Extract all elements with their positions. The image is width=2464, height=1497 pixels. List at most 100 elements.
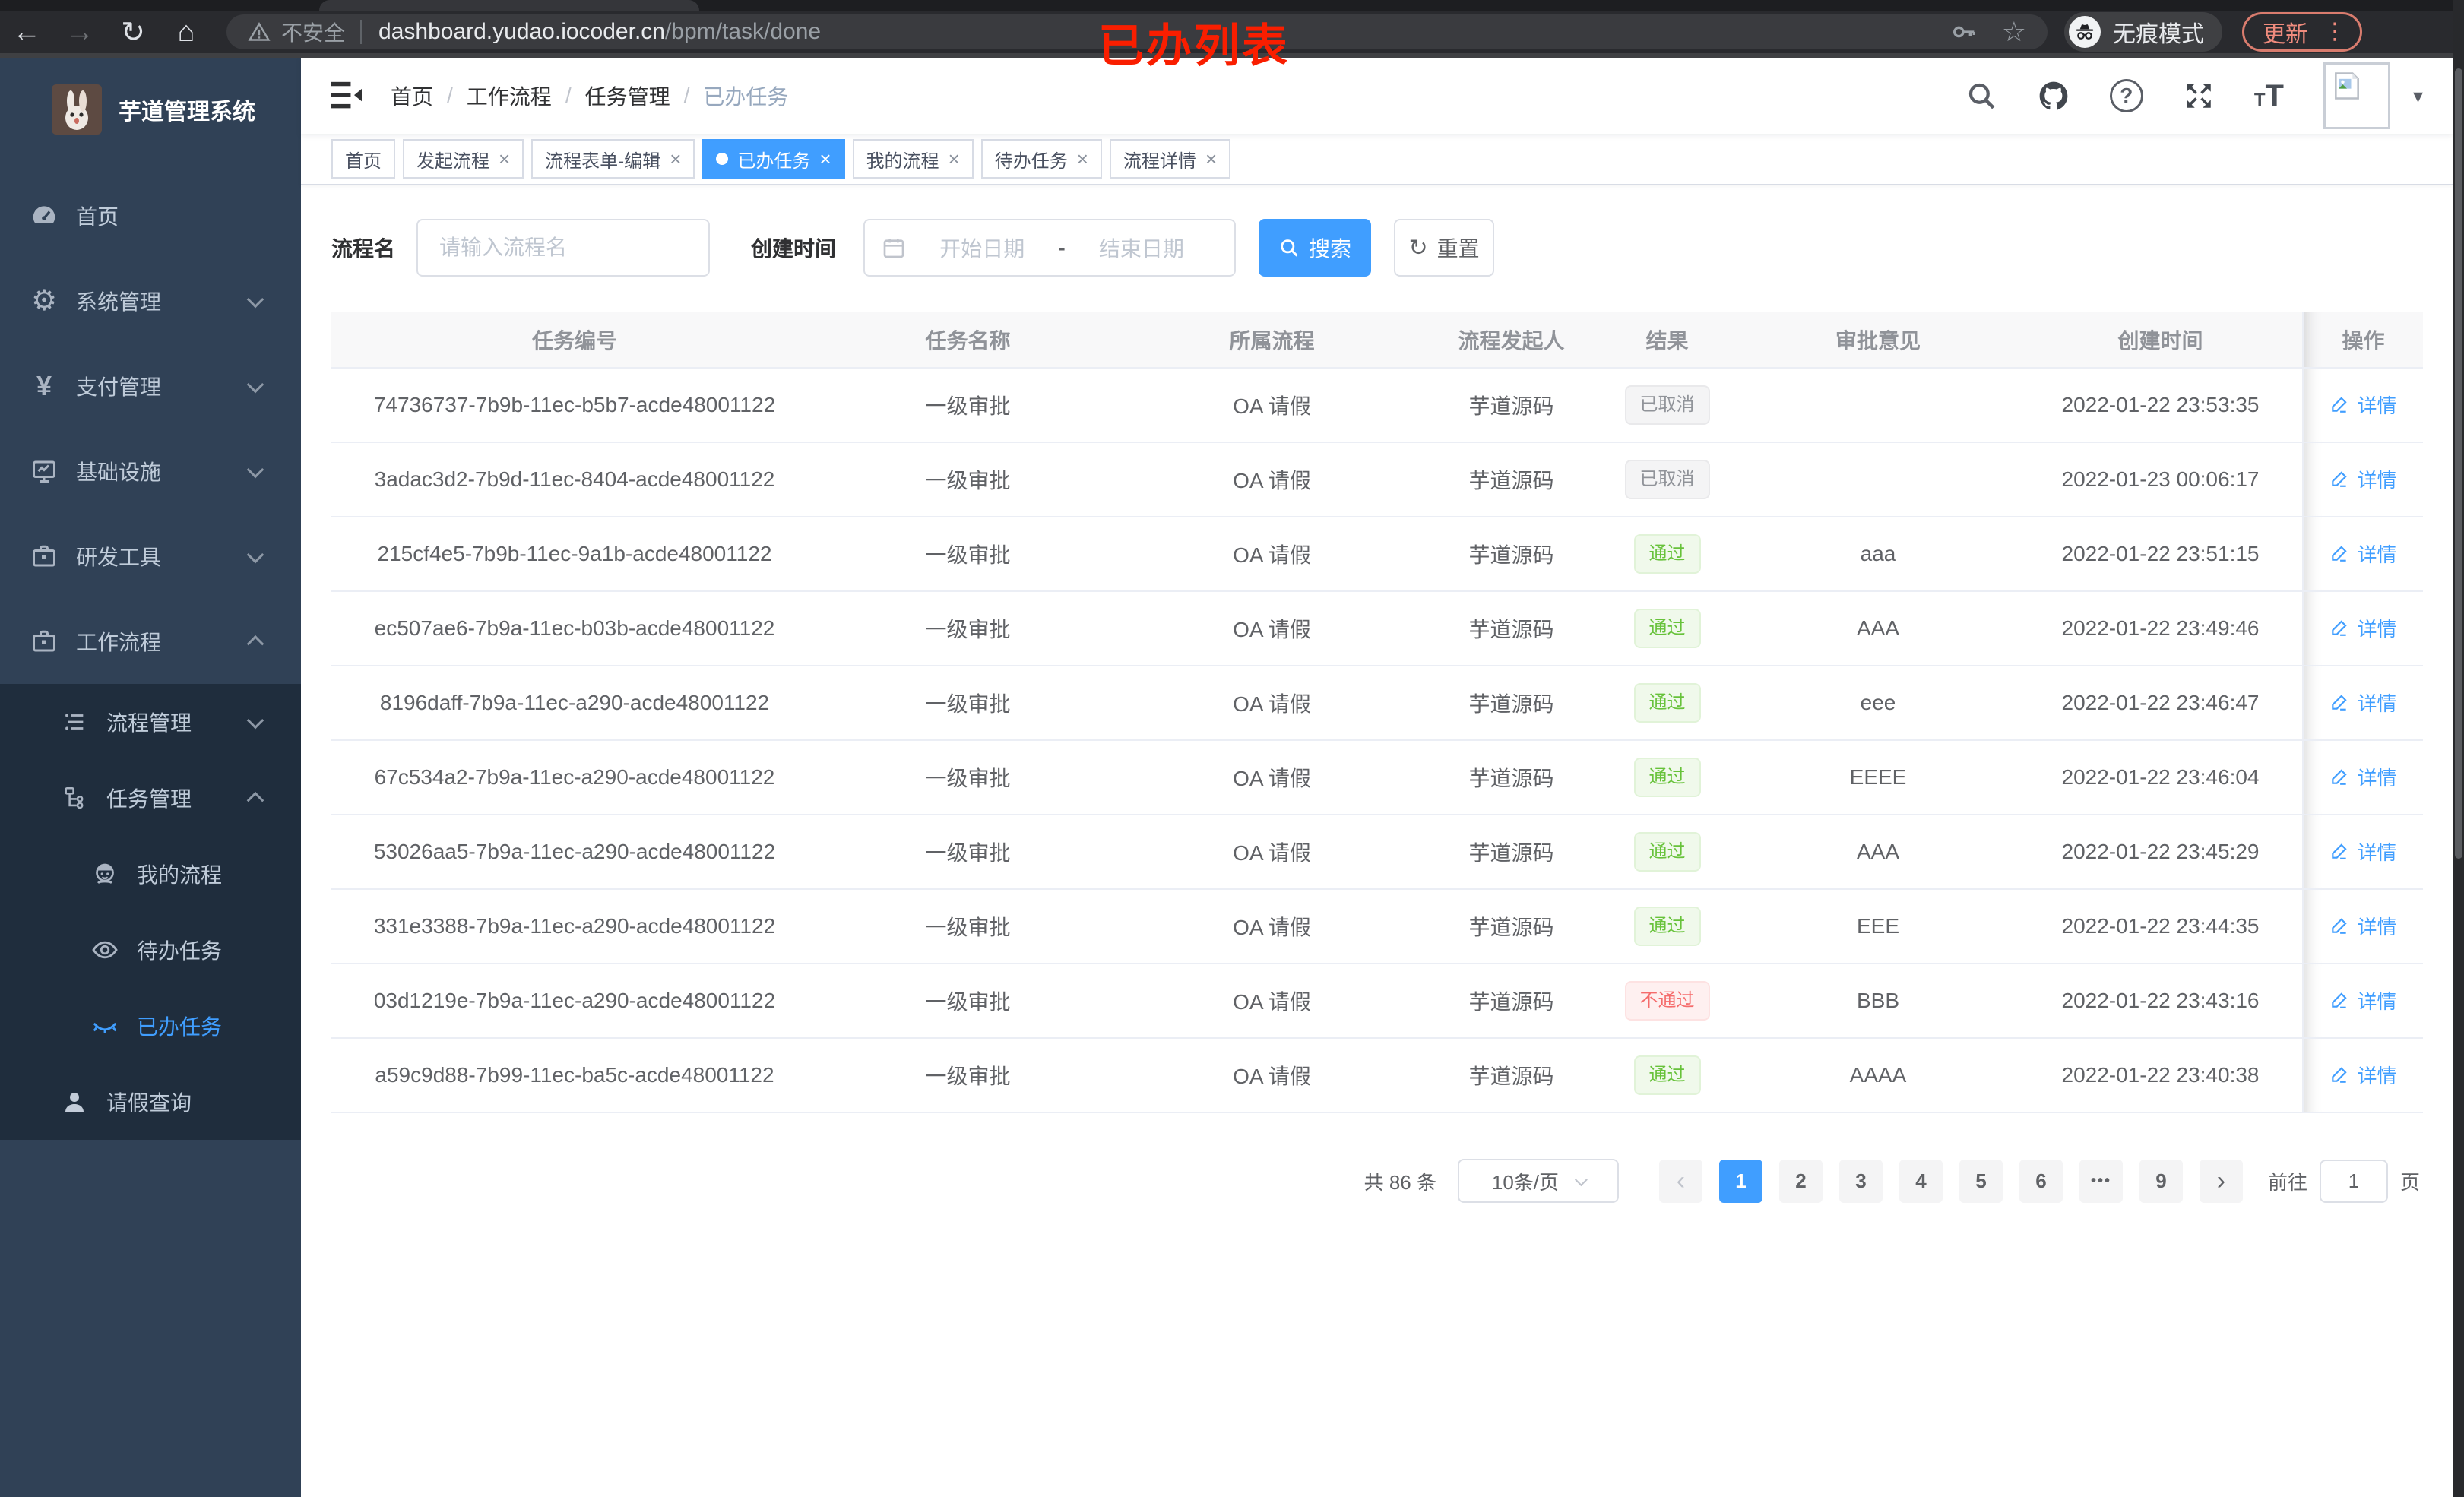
start-date-placeholder[interactable]: 开始日期 bbox=[906, 233, 1058, 263]
page-button-6[interactable]: 6 bbox=[2019, 1159, 2063, 1203]
detail-link[interactable]: 详情 bbox=[2329, 837, 2397, 866]
table-row[interactable]: a59c9d88-7b99-11ec-ba5c-acde48001122 一级审… bbox=[331, 1038, 2423, 1113]
table-row[interactable]: 53026aa5-7b9a-11ec-a290-acde48001122 一级审… bbox=[331, 815, 2423, 890]
sidebar-item-payment[interactable]: ¥ 支付管理 bbox=[0, 343, 301, 429]
table-row[interactable]: 8196daff-7b9a-11ec-a290-acde48001122 一级审… bbox=[331, 666, 2423, 741]
key-icon[interactable] bbox=[1949, 17, 1979, 47]
detail-link[interactable]: 详情 bbox=[2329, 763, 2397, 791]
page-button-1[interactable]: 1 bbox=[1718, 1159, 1762, 1203]
browser-menu-icon[interactable]: ⋮ bbox=[2323, 21, 2346, 43]
breadcrumb-home[interactable]: 首页 bbox=[391, 81, 433, 111]
cell-result: 通过 bbox=[1597, 517, 1737, 592]
chevron-down-icon bbox=[246, 290, 264, 309]
next-page-button[interactable]: › bbox=[2199, 1159, 2243, 1203]
close-icon[interactable]: × bbox=[499, 147, 510, 171]
tag-done-tasks[interactable]: 已办任务 × bbox=[702, 139, 845, 179]
detail-link[interactable]: 详情 bbox=[2329, 391, 2397, 419]
sidebar-item-task-mgmt[interactable]: 任务管理 bbox=[0, 760, 301, 836]
sidebar-item-devtools[interactable]: 研发工具 bbox=[0, 514, 301, 599]
more-pages-button[interactable]: ••• bbox=[2079, 1159, 2123, 1203]
table-row[interactable]: 215cf4e5-7b9b-11ec-9a1b-acde48001122 一级审… bbox=[331, 517, 2423, 592]
page-button-2[interactable]: 2 bbox=[1778, 1159, 1823, 1203]
avatar-caret-icon[interactable]: ▾ bbox=[2413, 84, 2423, 108]
close-icon[interactable]: × bbox=[1205, 147, 1217, 171]
avatar[interactable] bbox=[2323, 62, 2390, 129]
github-icon[interactable] bbox=[2037, 79, 2070, 112]
detail-link[interactable]: 详情 bbox=[2329, 912, 2397, 940]
table-row[interactable]: 74736737-7b9b-11ec-b5b7-acde48001122 一级审… bbox=[331, 368, 2423, 443]
reload-icon[interactable]: ↻ bbox=[106, 15, 160, 49]
tag-home[interactable]: 首页 bbox=[331, 139, 395, 179]
cell-starter: 芋道源码 bbox=[1426, 1038, 1597, 1113]
tag-todo-tasks[interactable]: 待办任务 × bbox=[980, 139, 1102, 179]
user-icon bbox=[59, 1088, 90, 1116]
font-size-icon[interactable]: TT bbox=[2254, 79, 2284, 113]
sidebar-item-todo-tasks[interactable]: 待办任务 bbox=[0, 912, 301, 988]
table-row[interactable]: 331e3388-7b9a-11ec-a290-acde48001122 一级审… bbox=[331, 889, 2423, 964]
cell-process: OA 请假 bbox=[1118, 815, 1426, 890]
tag-process-detail[interactable]: 流程详情 × bbox=[1109, 139, 1231, 179]
close-icon[interactable]: × bbox=[949, 147, 960, 171]
page-size-select[interactable]: 10条/页 bbox=[1457, 1159, 1619, 1203]
cell-action: 详情 bbox=[2302, 740, 2423, 815]
sidebar-item-my-process[interactable]: 我的流程 bbox=[0, 836, 301, 912]
close-icon[interactable]: × bbox=[819, 147, 831, 171]
fullscreen-icon[interactable] bbox=[2183, 80, 2215, 112]
cell-starter: 芋道源码 bbox=[1426, 740, 1597, 815]
page-button-4[interactable]: 4 bbox=[1899, 1159, 1943, 1203]
sidebar-item-system[interactable]: ⚙ 系统管理 bbox=[0, 258, 301, 343]
table-row[interactable]: 3adac3d2-7b9d-11ec-8404-acde48001122 一级审… bbox=[331, 442, 2423, 517]
close-icon[interactable]: × bbox=[1077, 147, 1088, 171]
sidebar-item-done-tasks[interactable]: 已办任务 bbox=[0, 988, 301, 1064]
sidebar-item-process-mgmt[interactable]: 流程管理 bbox=[0, 684, 301, 760]
detail-link[interactable]: 详情 bbox=[2329, 986, 2397, 1014]
end-date-placeholder[interactable]: 结束日期 bbox=[1066, 233, 1218, 263]
breadcrumb-workflow[interactable]: 工作流程 bbox=[467, 81, 552, 111]
detail-link[interactable]: 详情 bbox=[2329, 614, 2397, 642]
search-button[interactable]: 搜索 bbox=[1259, 219, 1372, 277]
detail-link[interactable]: 详情 bbox=[2329, 688, 2397, 717]
detail-link[interactable]: 详情 bbox=[2329, 540, 2397, 568]
sidebar-item-leave-query[interactable]: 请假查询 bbox=[0, 1064, 301, 1140]
detail-link[interactable]: 详情 bbox=[2329, 1061, 2397, 1089]
close-icon[interactable]: × bbox=[670, 147, 681, 171]
tag-start-process[interactable]: 发起流程 × bbox=[403, 139, 524, 179]
tag-form-edit[interactable]: 流程表单-编辑 × bbox=[531, 139, 695, 179]
forward-icon[interactable]: → bbox=[53, 16, 106, 49]
sidebar-item-infra[interactable]: 基础设施 bbox=[0, 429, 301, 514]
back-icon[interactable]: ← bbox=[0, 16, 53, 49]
breadcrumb-task-mgmt[interactable]: 任务管理 bbox=[585, 81, 670, 111]
page-scrollbar[interactable] bbox=[2453, 0, 2464, 1497]
home-icon[interactable]: ⌂ bbox=[160, 16, 213, 49]
col-comment: 审批意见 bbox=[1737, 312, 2019, 369]
cell-task-id: 331e3388-7b9a-11ec-a290-acde48001122 bbox=[331, 889, 818, 964]
date-range-input[interactable]: 开始日期 - 结束日期 bbox=[863, 219, 1237, 277]
goto-page-input[interactable] bbox=[2319, 1159, 2388, 1203]
page-button-9[interactable]: 9 bbox=[2139, 1159, 2183, 1203]
cell-starter: 芋道源码 bbox=[1426, 591, 1597, 666]
sidebar-collapse-icon[interactable] bbox=[330, 81, 363, 111]
sidebar-item-home[interactable]: 首页 bbox=[0, 173, 301, 258]
reset-button[interactable]: ↻ 重置 bbox=[1394, 219, 1495, 277]
robot-icon bbox=[90, 860, 120, 888]
search-icon[interactable] bbox=[1965, 80, 1997, 112]
cell-task-id: ec507ae6-7b9a-11ec-b03b-acde48001122 bbox=[331, 591, 818, 666]
bookmark-star-icon[interactable]: ☆ bbox=[2002, 16, 2026, 48]
detail-link[interactable]: 详情 bbox=[2329, 465, 2397, 493]
process-name-input[interactable] bbox=[418, 236, 709, 260]
table-row[interactable]: ec507ae6-7b9a-11ec-b03b-acde48001122 一级审… bbox=[331, 591, 2423, 666]
table-row[interactable]: 03d1219e-7b9a-11ec-a290-acde48001122 一级审… bbox=[331, 964, 2423, 1039]
prev-page-button[interactable]: ‹ bbox=[1658, 1159, 1702, 1203]
sidebar-item-workflow[interactable]: 工作流程 bbox=[0, 599, 301, 684]
browser-tab[interactable] bbox=[319, 0, 699, 11]
security-label[interactable]: 不安全 bbox=[281, 17, 345, 47]
scrollbar-thumb[interactable] bbox=[2455, 68, 2462, 859]
page-button-5[interactable]: 5 bbox=[1959, 1159, 2003, 1203]
tag-my-process[interactable]: 我的流程 × bbox=[852, 139, 974, 179]
browser-update-button[interactable]: 更新 ⋮ bbox=[2242, 12, 2362, 52]
help-icon[interactable]: ? bbox=[2109, 79, 2143, 112]
cell-starter: 芋道源码 bbox=[1426, 815, 1597, 890]
page-button-3[interactable]: 3 bbox=[1838, 1159, 1883, 1203]
table-row[interactable]: 67c534a2-7b9a-11ec-a290-acde48001122 一级审… bbox=[331, 740, 2423, 815]
app-logo[interactable]: 芋道管理系统 bbox=[0, 58, 301, 141]
